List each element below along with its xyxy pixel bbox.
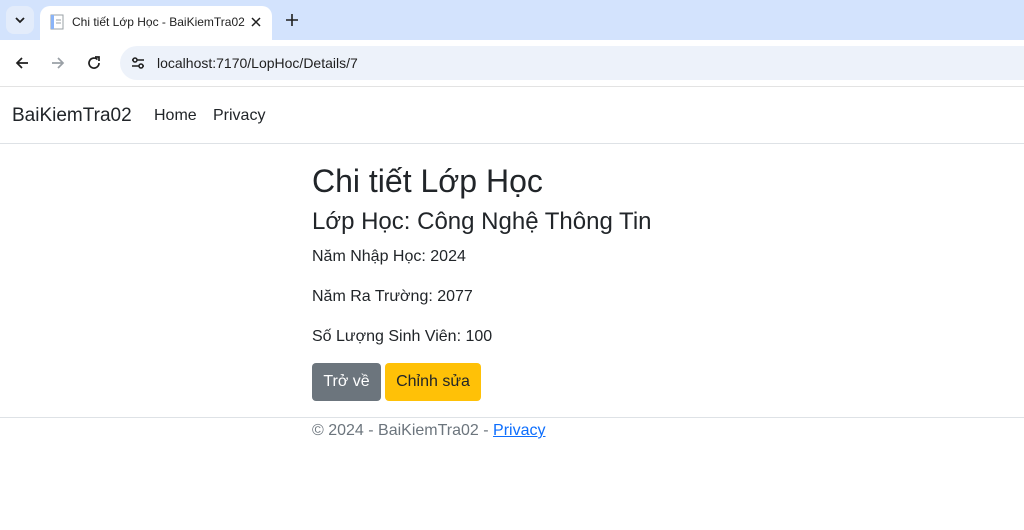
reload-icon[interactable]: [83, 52, 105, 74]
detail-graduation-year: Năm Ra Trường: 2077: [312, 288, 473, 305]
browser-toolbar: localhost:7170/LopHoc/Details/7: [0, 40, 1024, 87]
address-bar[interactable]: localhost:7170/LopHoc/Details/7: [120, 46, 1024, 80]
site-navbar: BaiKiemTra02 Home Privacy: [0, 87, 1024, 144]
detail-student-count: Số Lượng Sinh Viên: 100: [312, 328, 493, 345]
tab-title: Chi tiết Lớp Học - BaiKiemTra02: [72, 15, 245, 29]
page-title: Chi tiết Lớp Học: [312, 163, 543, 199]
forward-arrow-icon[interactable]: [47, 52, 69, 74]
class-title: Lớp Học: Công Nghệ Thông Tin: [312, 208, 652, 235]
site-info-icon[interactable]: [128, 53, 148, 73]
page-favicon-icon: [50, 14, 64, 30]
nav-link-home[interactable]: Home: [154, 107, 197, 125]
browser-tab-bar: Chi tiết Lớp Học - BaiKiemTra02: [0, 0, 1024, 40]
nav-link-privacy[interactable]: Privacy: [213, 107, 265, 125]
url-text[interactable]: localhost:7170/LopHoc/Details/7: [157, 55, 358, 71]
back-arrow-icon[interactable]: [11, 52, 33, 74]
footer-privacy-link[interactable]: Privacy: [493, 422, 545, 439]
footer: © 2024 - BaiKiemTra02 - Privacy: [0, 417, 1024, 458]
footer-copyright: © 2024 - BaiKiemTra02 -: [312, 422, 494, 439]
edit-button[interactable]: Chỉnh sửa: [385, 363, 481, 401]
close-icon[interactable]: [248, 14, 264, 30]
browser-tab[interactable]: Chi tiết Lớp Học - BaiKiemTra02: [40, 6, 272, 40]
back-button[interactable]: Trở về: [312, 363, 381, 401]
tab-list-icon[interactable]: [6, 6, 34, 34]
detail-enrollment-year: Năm Nhập Học: 2024: [312, 248, 466, 265]
navbar-brand[interactable]: BaiKiemTra02: [12, 105, 132, 127]
footer-text: © 2024 - BaiKiemTra02 - Privacy: [312, 422, 546, 440]
plus-icon[interactable]: [280, 9, 304, 31]
